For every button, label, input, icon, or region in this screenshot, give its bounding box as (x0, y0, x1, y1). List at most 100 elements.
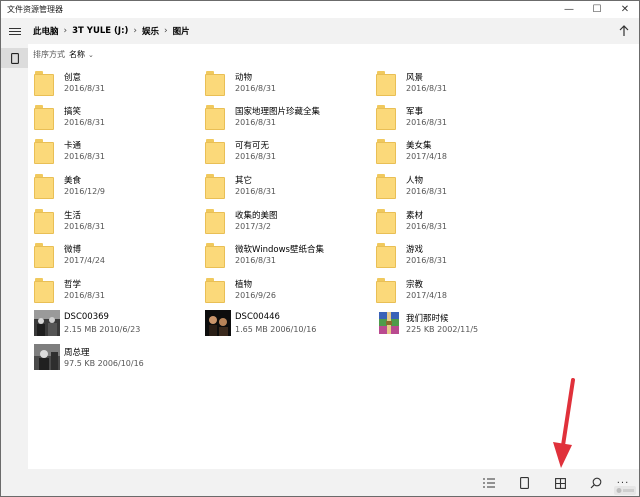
item-name: 游戏 (406, 245, 424, 255)
sort-control[interactable]: 排序方式 名称 ⌄ (33, 49, 94, 60)
folder-item[interactable]: 微博 2017/4/24 (34, 241, 214, 271)
item-name: 动物 (235, 73, 253, 83)
chevron-right-icon: › (164, 26, 168, 36)
folder-item[interactable]: 哲学 2016/8/31 (34, 276, 214, 306)
folder-icon (376, 243, 396, 268)
photo-thumb-dark-figures (205, 310, 231, 336)
item-date: 2017/4/18 (406, 291, 448, 300)
folder-item[interactable]: 生活 2016/8/31 (34, 207, 214, 237)
search-button[interactable] (586, 473, 606, 493)
breadcrumb-item-pictures[interactable]: 图片 (173, 25, 190, 37)
folder-icon (376, 209, 396, 234)
grid-view-icon (554, 477, 566, 489)
folder-item[interactable]: 素材 2016/8/31 (376, 207, 556, 237)
tablet-icon (10, 52, 19, 64)
folder-item[interactable]: 人物 2016/8/31 (376, 172, 556, 202)
winrar-archive-icon (379, 312, 399, 334)
folder-item[interactable]: 风景 2016/8/31 (376, 69, 556, 99)
folder-icon (205, 209, 225, 234)
maximize-button[interactable]: ☐ (583, 1, 611, 18)
folder-item[interactable]: 搞笑 2016/8/31 (34, 103, 214, 133)
item-date: 2016/8/31 (406, 222, 448, 231)
file-item[interactable]: 我们那时候 225 KB 2002/11/5 (376, 310, 556, 340)
device-view-button[interactable] (1, 48, 28, 68)
folder-icon (205, 243, 225, 268)
photo-thumb-bw-people (34, 310, 60, 336)
maximize-icon: ☐ (592, 4, 602, 15)
folder-item[interactable]: 卡通 2016/8/31 (34, 137, 214, 167)
item-name: 哲学 (64, 280, 82, 290)
folder-item[interactable]: 可有可无 2016/8/31 (205, 137, 385, 167)
folder-item[interactable]: 美女集 2017/4/18 (376, 137, 556, 167)
item-name: 搞笑 (64, 107, 82, 117)
hamburger-menu-button[interactable] (1, 18, 28, 44)
folder-icon (34, 105, 54, 130)
item-date: 2016/8/31 (235, 187, 277, 196)
hamburger-line (8, 27, 21, 29)
item-name: 其它 (235, 176, 253, 186)
folder-icon (205, 71, 225, 96)
folder-icon (34, 209, 54, 234)
item-date: 2016/8/31 (235, 152, 277, 161)
item-date: 2016/12/9 (64, 187, 106, 196)
item-name: 风景 (406, 73, 424, 83)
item-date: 2016/8/31 (64, 152, 106, 161)
list-view-button[interactable] (479, 473, 499, 493)
folder-item[interactable]: 游戏 2016/8/31 (376, 241, 556, 271)
folder-item[interactable]: 宗教 2017/4/18 (376, 276, 556, 306)
photo-thumb-bw-portrait (34, 344, 60, 370)
file-item[interactable]: DSC00369 2.15 MB 2010/6/23 (34, 310, 214, 340)
item-name: 美食 (64, 176, 82, 186)
item-name: 周总理 (64, 348, 90, 358)
item-name: 军事 (406, 107, 424, 117)
item-name: 植物 (235, 280, 253, 290)
bottom-toolbar: ··· (1, 469, 639, 496)
folder-item[interactable]: 其它 2016/8/31 (205, 172, 385, 202)
tablet-mode-button[interactable] (514, 473, 534, 493)
item-name: 国家地理图片珍藏全集 (235, 107, 321, 117)
item-name: 生活 (64, 211, 82, 221)
title-bar: 文件资源管理器 — ☐ ✕ (1, 1, 639, 18)
up-folder-button[interactable] (615, 22, 633, 40)
file-explorer-window: 文件资源管理器 — ☐ ✕ 此电脑 › 3T YULE (J:) › 娱乐 › … (0, 0, 640, 497)
item-name: 微软Windows壁纸合集 (235, 245, 324, 255)
watermark-logo (614, 486, 636, 495)
folder-item[interactable]: 军事 2016/8/31 (376, 103, 556, 133)
item-date: 2016/8/31 (64, 222, 106, 231)
file-item[interactable]: 周总理 97.5 KB 2006/10/16 (34, 344, 214, 374)
chevron-right-icon: › (63, 26, 68, 36)
item-name: 美女集 (406, 141, 432, 151)
close-button[interactable]: ✕ (611, 1, 639, 18)
folder-icon (34, 71, 54, 96)
folder-icon (376, 71, 396, 96)
item-date: 2016/8/31 (64, 118, 106, 127)
folder-item[interactable]: 微软Windows壁纸合集 2016/8/31 (205, 241, 385, 271)
file-grid: 创意 2016/8/31 动物 2016/8/31 风景 2016/8/31 搞… (34, 69, 634, 379)
arrow-up-icon (619, 25, 629, 36)
folder-item[interactable]: 国家地理图片珍藏全集 2016/8/31 (205, 103, 385, 133)
sort-label: 排序方式 (33, 50, 65, 59)
folder-icon (34, 243, 54, 268)
chevron-down-icon: ⌄ (88, 50, 94, 59)
breadcrumb-item-drive[interactable]: 3T YULE (J:) (72, 26, 128, 36)
sort-value: 名称 (69, 50, 85, 59)
file-item[interactable]: DSC00446 1.65 MB 2006/10/16 (205, 310, 385, 340)
folder-item[interactable]: 收集的美图 2017/3/2 (205, 207, 385, 237)
minimize-button[interactable]: — (555, 1, 583, 18)
list-view-icon (483, 478, 495, 488)
item-size-date: 225 KB 2002/11/5 (406, 325, 479, 334)
tablet-icon (519, 477, 529, 489)
item-date: 2016/8/31 (64, 291, 106, 300)
item-date: 2016/8/31 (235, 84, 277, 93)
folder-item[interactable]: 创意 2016/8/31 (34, 69, 214, 99)
folder-icon (376, 278, 396, 303)
folder-item[interactable]: 美食 2016/12/9 (34, 172, 214, 202)
breadcrumb-item-entertainment[interactable]: 娱乐 (142, 25, 159, 37)
grid-view-button[interactable] (550, 473, 570, 493)
close-icon: ✕ (620, 4, 630, 15)
item-date: 2017/4/18 (406, 152, 448, 161)
item-name: 素材 (406, 211, 424, 221)
folder-item[interactable]: 植物 2016/9/26 (205, 276, 385, 306)
breadcrumb-item-this-pc[interactable]: 此电脑 (33, 25, 59, 37)
folder-item[interactable]: 动物 2016/8/31 (205, 69, 385, 99)
